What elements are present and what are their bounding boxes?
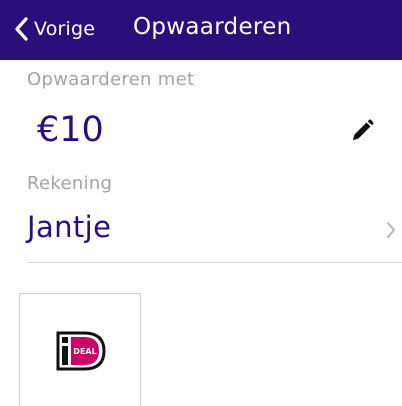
- account-selector[interactable]: Jantje: [27, 208, 402, 252]
- chevron-right-icon: [387, 222, 395, 238]
- back-button-label: Vorige: [34, 18, 96, 40]
- amount-value: €10: [37, 110, 104, 150]
- navigation-bar: Vorige Opwaarderen: [0, 0, 402, 60]
- page-title: Opwaarderen: [133, 14, 292, 40]
- svg-text:DEAL: DEAL: [73, 347, 96, 356]
- payment-method-ideal[interactable]: DEAL: [19, 293, 141, 406]
- account-value: Jantje: [27, 210, 112, 244]
- chevron-left-icon: [15, 17, 28, 41]
- ideal-logo: DEAL: [56, 331, 106, 371]
- pencil-icon[interactable]: [349, 118, 375, 144]
- account-label: Rekening: [27, 173, 113, 194]
- amount-label: Opwaarderen met: [27, 69, 195, 90]
- divider: [27, 262, 402, 263]
- top-up-screen: Vorige Opwaarderen Opwaarderen met €10 R…: [0, 0, 402, 406]
- back-button[interactable]: Vorige: [14, 16, 95, 42]
